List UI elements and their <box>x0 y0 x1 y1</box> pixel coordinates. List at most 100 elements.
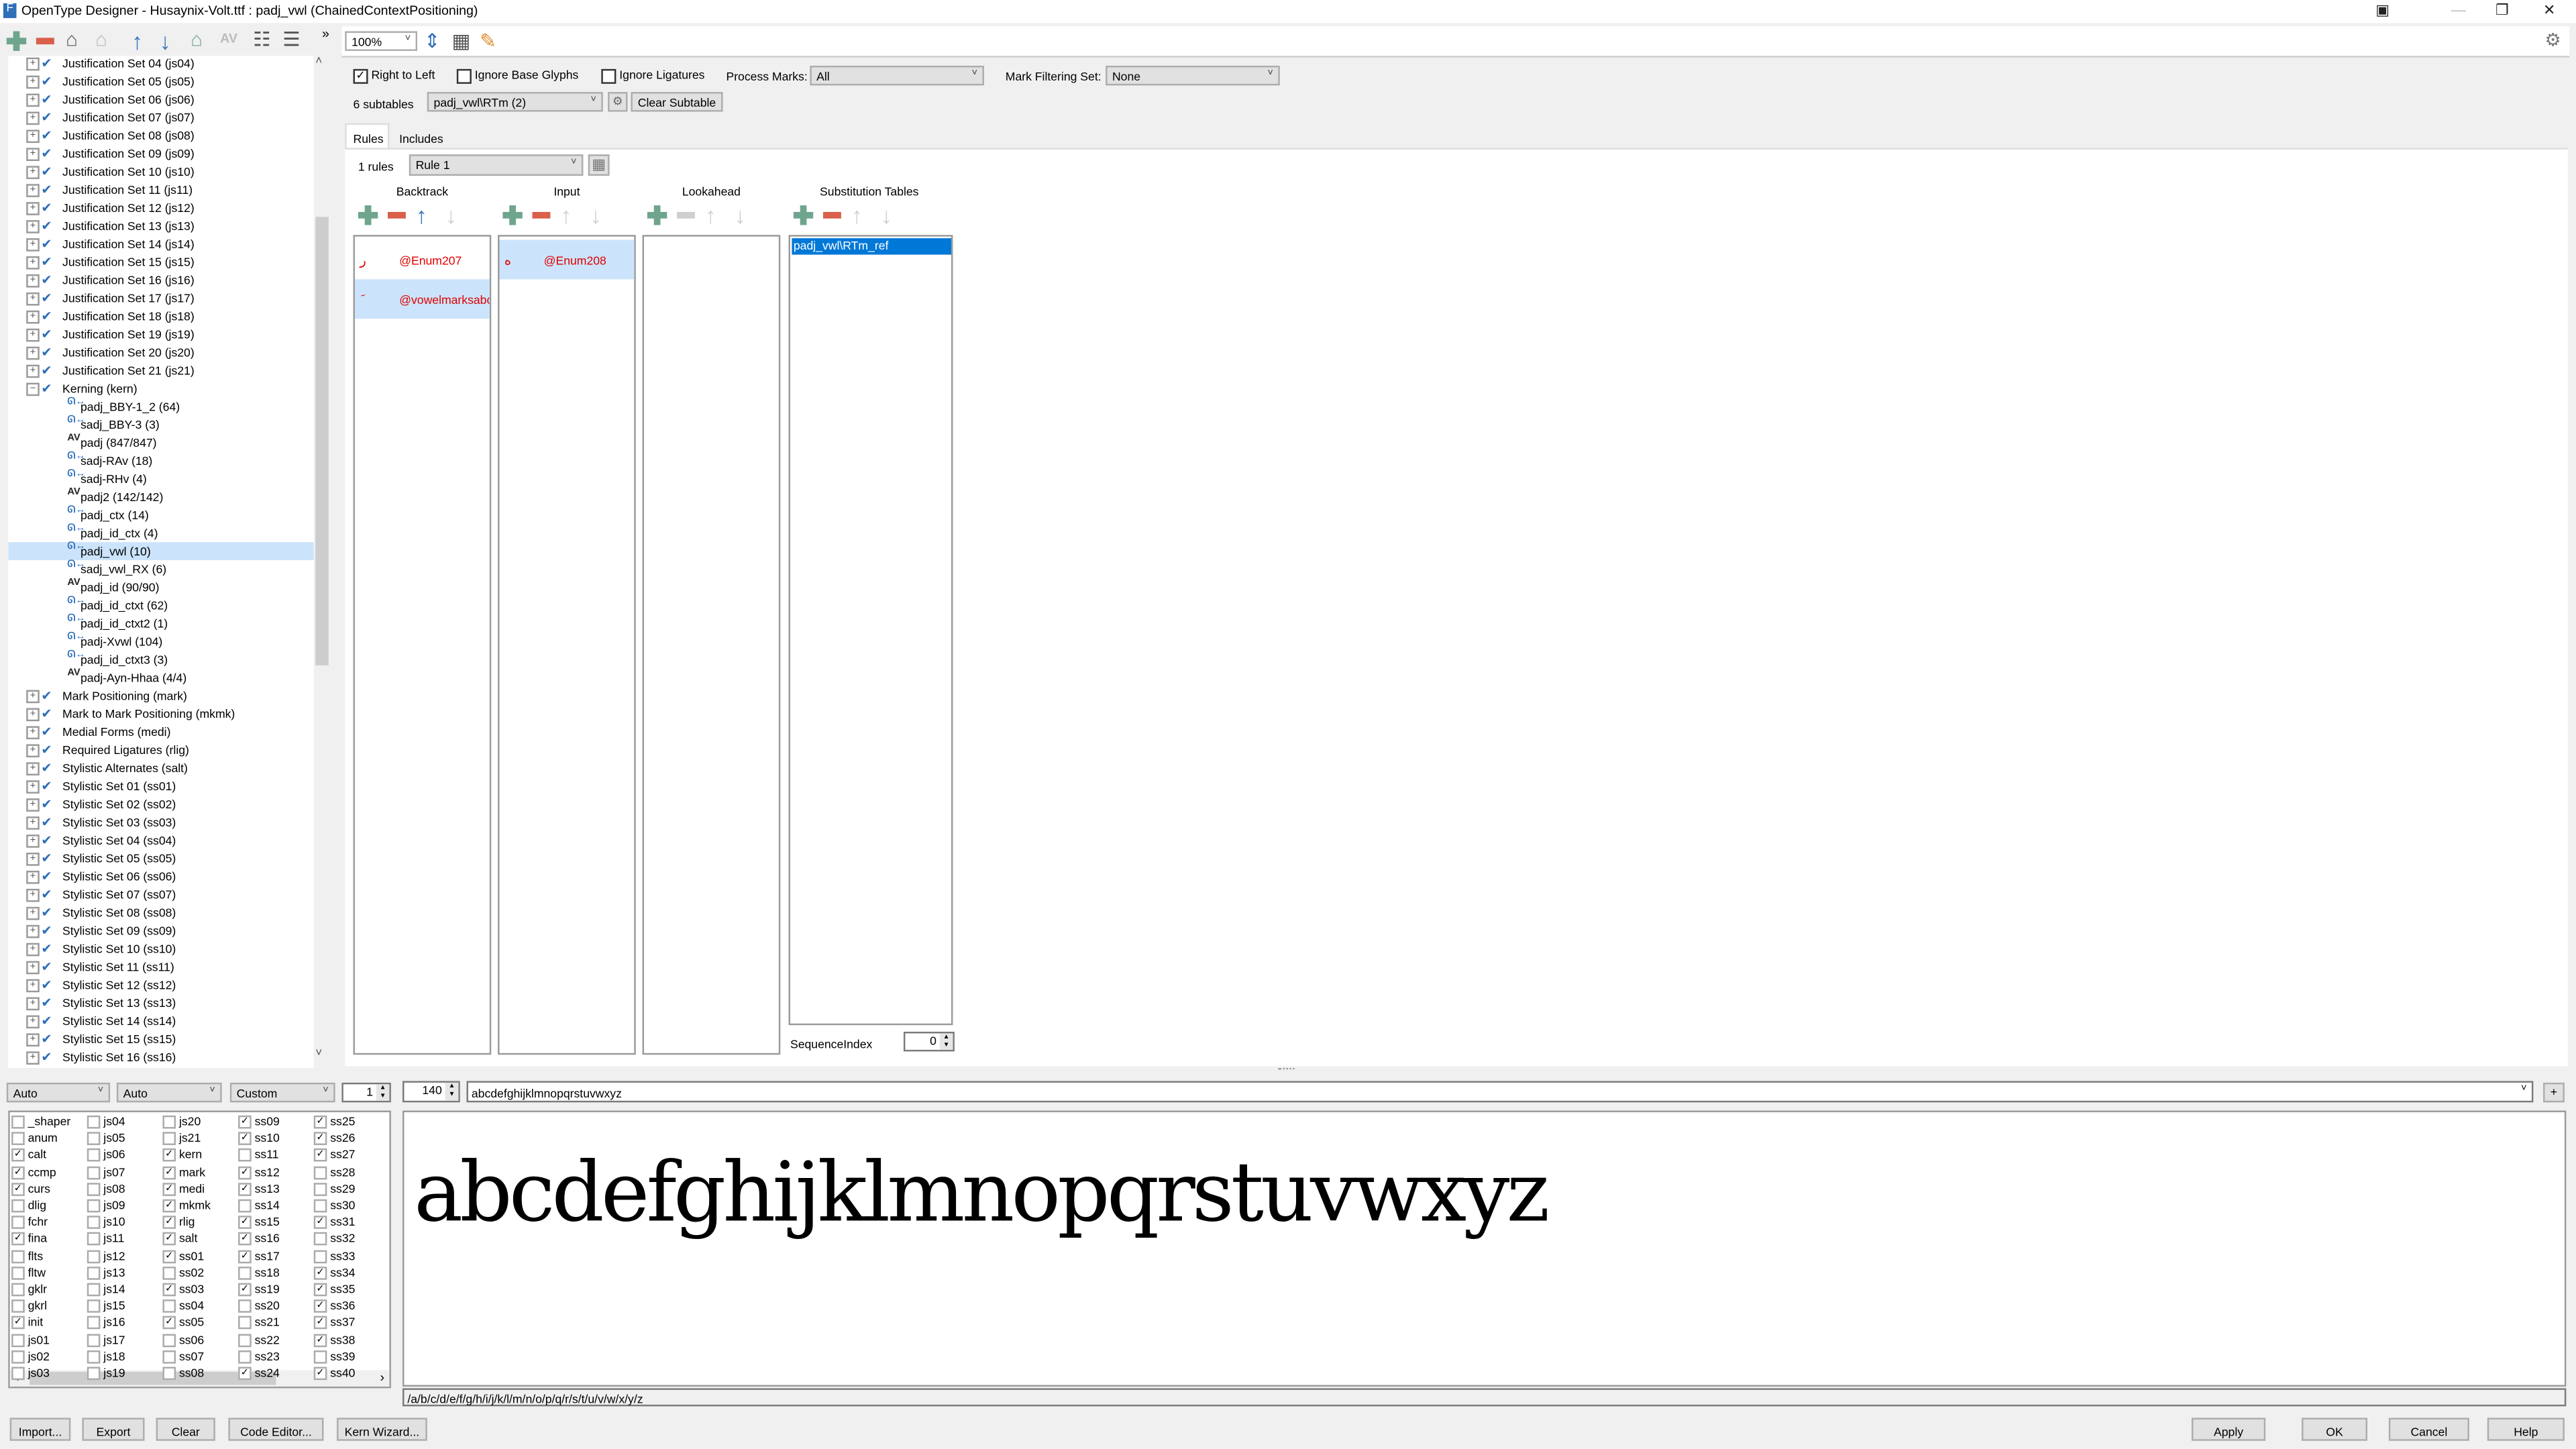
feature-checkbox[interactable] <box>87 1116 101 1129</box>
feature-toggle[interactable]: ✓ medi <box>162 1181 205 1196</box>
spin-arrows-icon[interactable]: ▲ ▼ <box>939 1032 953 1050</box>
close-button[interactable]: ✕ <box>2543 1 2555 19</box>
feature-checkbox[interactable] <box>87 1199 101 1213</box>
collapse-tree-icon[interactable]: ☰ <box>282 28 300 51</box>
feature-checkbox[interactable] <box>11 1132 25 1146</box>
expand-icon[interactable]: + <box>26 166 40 179</box>
feature-checkbox[interactable] <box>313 1183 327 1196</box>
expand-icon[interactable]: + <box>26 798 40 812</box>
toolbar-overflow[interactable]: » <box>322 26 329 41</box>
expand-icon[interactable]: + <box>26 943 40 957</box>
feature-checkbox[interactable]: ✓ <box>313 1366 327 1381</box>
feature-checkbox[interactable]: ✓ <box>238 1132 252 1146</box>
feature-toggle[interactable]: js18 <box>87 1348 125 1364</box>
expand-icon[interactable]: + <box>26 997 40 1011</box>
tree-item[interactable]: + ✔ Stylistic Set 13 (ss13) <box>8 994 314 1012</box>
feature-toggle[interactable]: ss02 <box>162 1265 204 1280</box>
tree-item[interactable]: + ✔ Stylistic Set 01 (ss01) <box>8 777 314 795</box>
tree-item[interactable]: + ✔ Justification Set 10 (js10) <box>8 162 314 180</box>
add-icon[interactable] <box>6 31 27 51</box>
feature-toggle[interactable]: ss33 <box>313 1248 355 1263</box>
feature-toggle[interactable]: ✓ ss27 <box>313 1147 355 1163</box>
expand-icon[interactable]: + <box>26 961 40 975</box>
feature-toggle[interactable]: js12 <box>87 1248 125 1263</box>
feature-toggle[interactable]: ss20 <box>238 1298 280 1313</box>
feature-checkbox[interactable] <box>87 1316 101 1330</box>
feature-checkbox[interactable] <box>87 1216 101 1230</box>
expand-icon[interactable]: + <box>26 1033 40 1047</box>
feature-toggle[interactable]: js05 <box>87 1130 125 1146</box>
backtrack-list[interactable]: ر @Enum207َ@vowelmarksabov <box>353 235 492 1055</box>
expand-icon[interactable]: + <box>26 870 40 884</box>
expand-icon[interactable]: + <box>26 238 40 252</box>
expand-icon[interactable]: + <box>26 853 40 866</box>
subtable-settings-button[interactable]: ⚙ <box>608 92 628 112</box>
feature-checkbox[interactable] <box>11 1283 25 1297</box>
tree-item[interactable]: + ✔ Justification Set 13 (js13) <box>8 217 314 235</box>
right-to-left-checkbox[interactable]: ✓ <box>353 68 368 83</box>
feature-checkbox[interactable]: ✓ <box>238 1283 252 1297</box>
move-up-icon[interactable]: ↑ <box>131 30 143 52</box>
expand-icon[interactable]: + <box>26 744 40 757</box>
collapse-icon[interactable]: − <box>26 382 40 396</box>
tree-item[interactable]: + ✔ Justification Set 16 (js16) <box>8 271 314 289</box>
expand-icon[interactable]: + <box>26 274 40 288</box>
feature-toggle[interactable]: js03 <box>11 1365 50 1381</box>
tree-item[interactable]: + ✔ Justification Set 19 (js19) <box>8 325 314 343</box>
expand-icon[interactable]: + <box>26 708 40 722</box>
feature-checkbox[interactable]: ✓ <box>162 1232 176 1246</box>
tree-scrollbar-thumb[interactable] <box>315 217 329 665</box>
tree-item[interactable]: + ✔ Mark Positioning (mark) <box>8 687 314 705</box>
feature-toggle[interactable]: ss08 <box>162 1365 204 1381</box>
tree-item[interactable]: + ✔ Justification Set 12 (js12) <box>8 199 314 217</box>
glyph-class-entry[interactable]: ه @Enum208 <box>499 239 635 280</box>
script-select[interactable]: Auto ˅ <box>6 1082 111 1103</box>
fit-icon[interactable]: ⇕ <box>424 30 441 52</box>
tree-item[interactable]: AV padj2 (142/142) <box>8 488 314 506</box>
tree-item[interactable]: + ✔ Justification Set 08 (js08) <box>8 127 314 145</box>
tree-item[interactable]: + ✔ Justification Set 15 (js15) <box>8 253 314 271</box>
expand-icon[interactable]: + <box>26 328 40 342</box>
feature-checkbox[interactable]: ✓ <box>162 1149 176 1163</box>
tree-item[interactable]: + ✔ Stylistic Set 10 (ss10) <box>8 940 314 958</box>
tree-item[interactable]: + ✔ Stylistic Set 15 (ss15) <box>8 1030 314 1049</box>
tree-item[interactable]: ᘏ↔ sadj_BBY-3 (3) <box>8 416 314 434</box>
feature-checkbox[interactable] <box>238 1316 252 1330</box>
expand-icon[interactable]: + <box>26 93 40 107</box>
expand-icon[interactable]: + <box>26 816 40 830</box>
expand-icon[interactable]: + <box>26 364 40 378</box>
pin-icon[interactable]: ▣ <box>2375 1 2390 19</box>
scroll-up-icon[interactable]: ˄ <box>315 56 322 67</box>
feature-checkbox[interactable]: ✓ <box>238 1232 252 1246</box>
tree-item[interactable]: ᘏ↔ padj-Xvwl (104) <box>8 633 314 651</box>
feature-toggle[interactable]: ✓ ss26 <box>313 1130 355 1146</box>
feature-checkbox[interactable] <box>87 1266 101 1280</box>
feature-toggle[interactable]: js15 <box>87 1298 125 1313</box>
tree-item[interactable]: AV padj (847/847) <box>8 434 314 452</box>
tree-item[interactable]: ᘏ↔ padj_ctx (14) <box>8 506 314 524</box>
tree-item[interactable]: AV padj-Ayn-Hhaa (4/4) <box>8 669 314 687</box>
tree-item[interactable]: + ✔ Justification Set 11 (js11) <box>8 180 314 199</box>
tag-edit-icon[interactable]: ⌂ <box>191 28 203 51</box>
glyph-string-input[interactable]: /a/b/c/d/e/f/g/h/i/j/k/l/m/n/o/p/q/r/s/t… <box>402 1388 2567 1407</box>
feature-toggle[interactable]: anum <box>11 1130 58 1146</box>
feature-checkbox[interactable] <box>238 1299 252 1313</box>
tree-item[interactable]: ᘏ↔ padj_id_ctx (4) <box>8 524 314 542</box>
expand-icon[interactable]: + <box>26 292 40 306</box>
feature-toggle[interactable]: js11 <box>87 1231 124 1246</box>
feature-toggle[interactable]: flts <box>11 1248 43 1263</box>
feature-checkbox[interactable]: ✓ <box>162 1316 176 1330</box>
expand-tree-icon[interactable]: ☷ <box>253 28 270 51</box>
expand-icon[interactable]: + <box>26 726 40 740</box>
rule-table-button[interactable]: ▦ <box>588 154 610 176</box>
feature-checkbox[interactable] <box>238 1266 252 1280</box>
remove-icon[interactable] <box>36 38 54 45</box>
feature-toggle[interactable]: ✓ ss01 <box>162 1248 204 1263</box>
expand-icon[interactable]: + <box>26 220 40 233</box>
feature-toggle[interactable]: ✓ ss10 <box>238 1130 280 1146</box>
remove-input-icon[interactable] <box>532 211 551 219</box>
lookahead-list[interactable] <box>642 235 781 1055</box>
feature-toggle[interactable]: ✓ ss03 <box>162 1281 204 1297</box>
feature-toggle[interactable]: ✓ ccmp <box>11 1164 56 1179</box>
feature-checkbox[interactable]: ✓ <box>313 1316 327 1330</box>
